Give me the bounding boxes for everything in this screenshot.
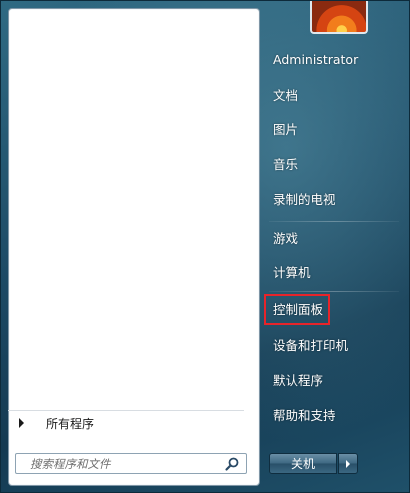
search-input[interactable] — [16, 453, 224, 474]
all-programs-button[interactable]: 所有程序 — [8, 410, 244, 435]
user-avatar[interactable] — [310, 1, 368, 34]
shutdown-button[interactable]: 关机 — [269, 453, 337, 474]
menu-separator — [269, 221, 399, 222]
help-support-item[interactable]: 帮助和支持 — [273, 406, 336, 426]
recorded-tv-item[interactable]: 录制的电视 — [273, 190, 336, 210]
user-name-item[interactable]: Administrator — [273, 50, 358, 70]
shutdown-group: 关机 — [269, 453, 358, 474]
highlight-box — [264, 294, 330, 325]
music-item[interactable]: 音乐 — [273, 155, 298, 175]
pictures-item[interactable]: 图片 — [273, 120, 298, 140]
shutdown-options-button[interactable] — [338, 453, 358, 474]
search-box[interactable] — [15, 453, 247, 474]
documents-item[interactable]: 文档 — [273, 86, 298, 106]
default-programs-item[interactable]: 默认程序 — [273, 371, 323, 391]
computer-item[interactable]: 计算机 — [273, 263, 311, 283]
start-menu: 所有程序 Administrator 文档 图片 音乐 录制的电视 游戏 计算机… — [0, 0, 410, 493]
menu-separator — [269, 291, 399, 292]
games-item[interactable]: 游戏 — [273, 229, 298, 249]
search-icon[interactable] — [224, 456, 240, 472]
devices-printers-item[interactable]: 设备和打印机 — [273, 336, 348, 356]
arrow-right-icon — [19, 418, 24, 428]
all-programs-label: 所有程序 — [46, 416, 95, 431]
arrow-right-icon — [346, 459, 350, 468]
